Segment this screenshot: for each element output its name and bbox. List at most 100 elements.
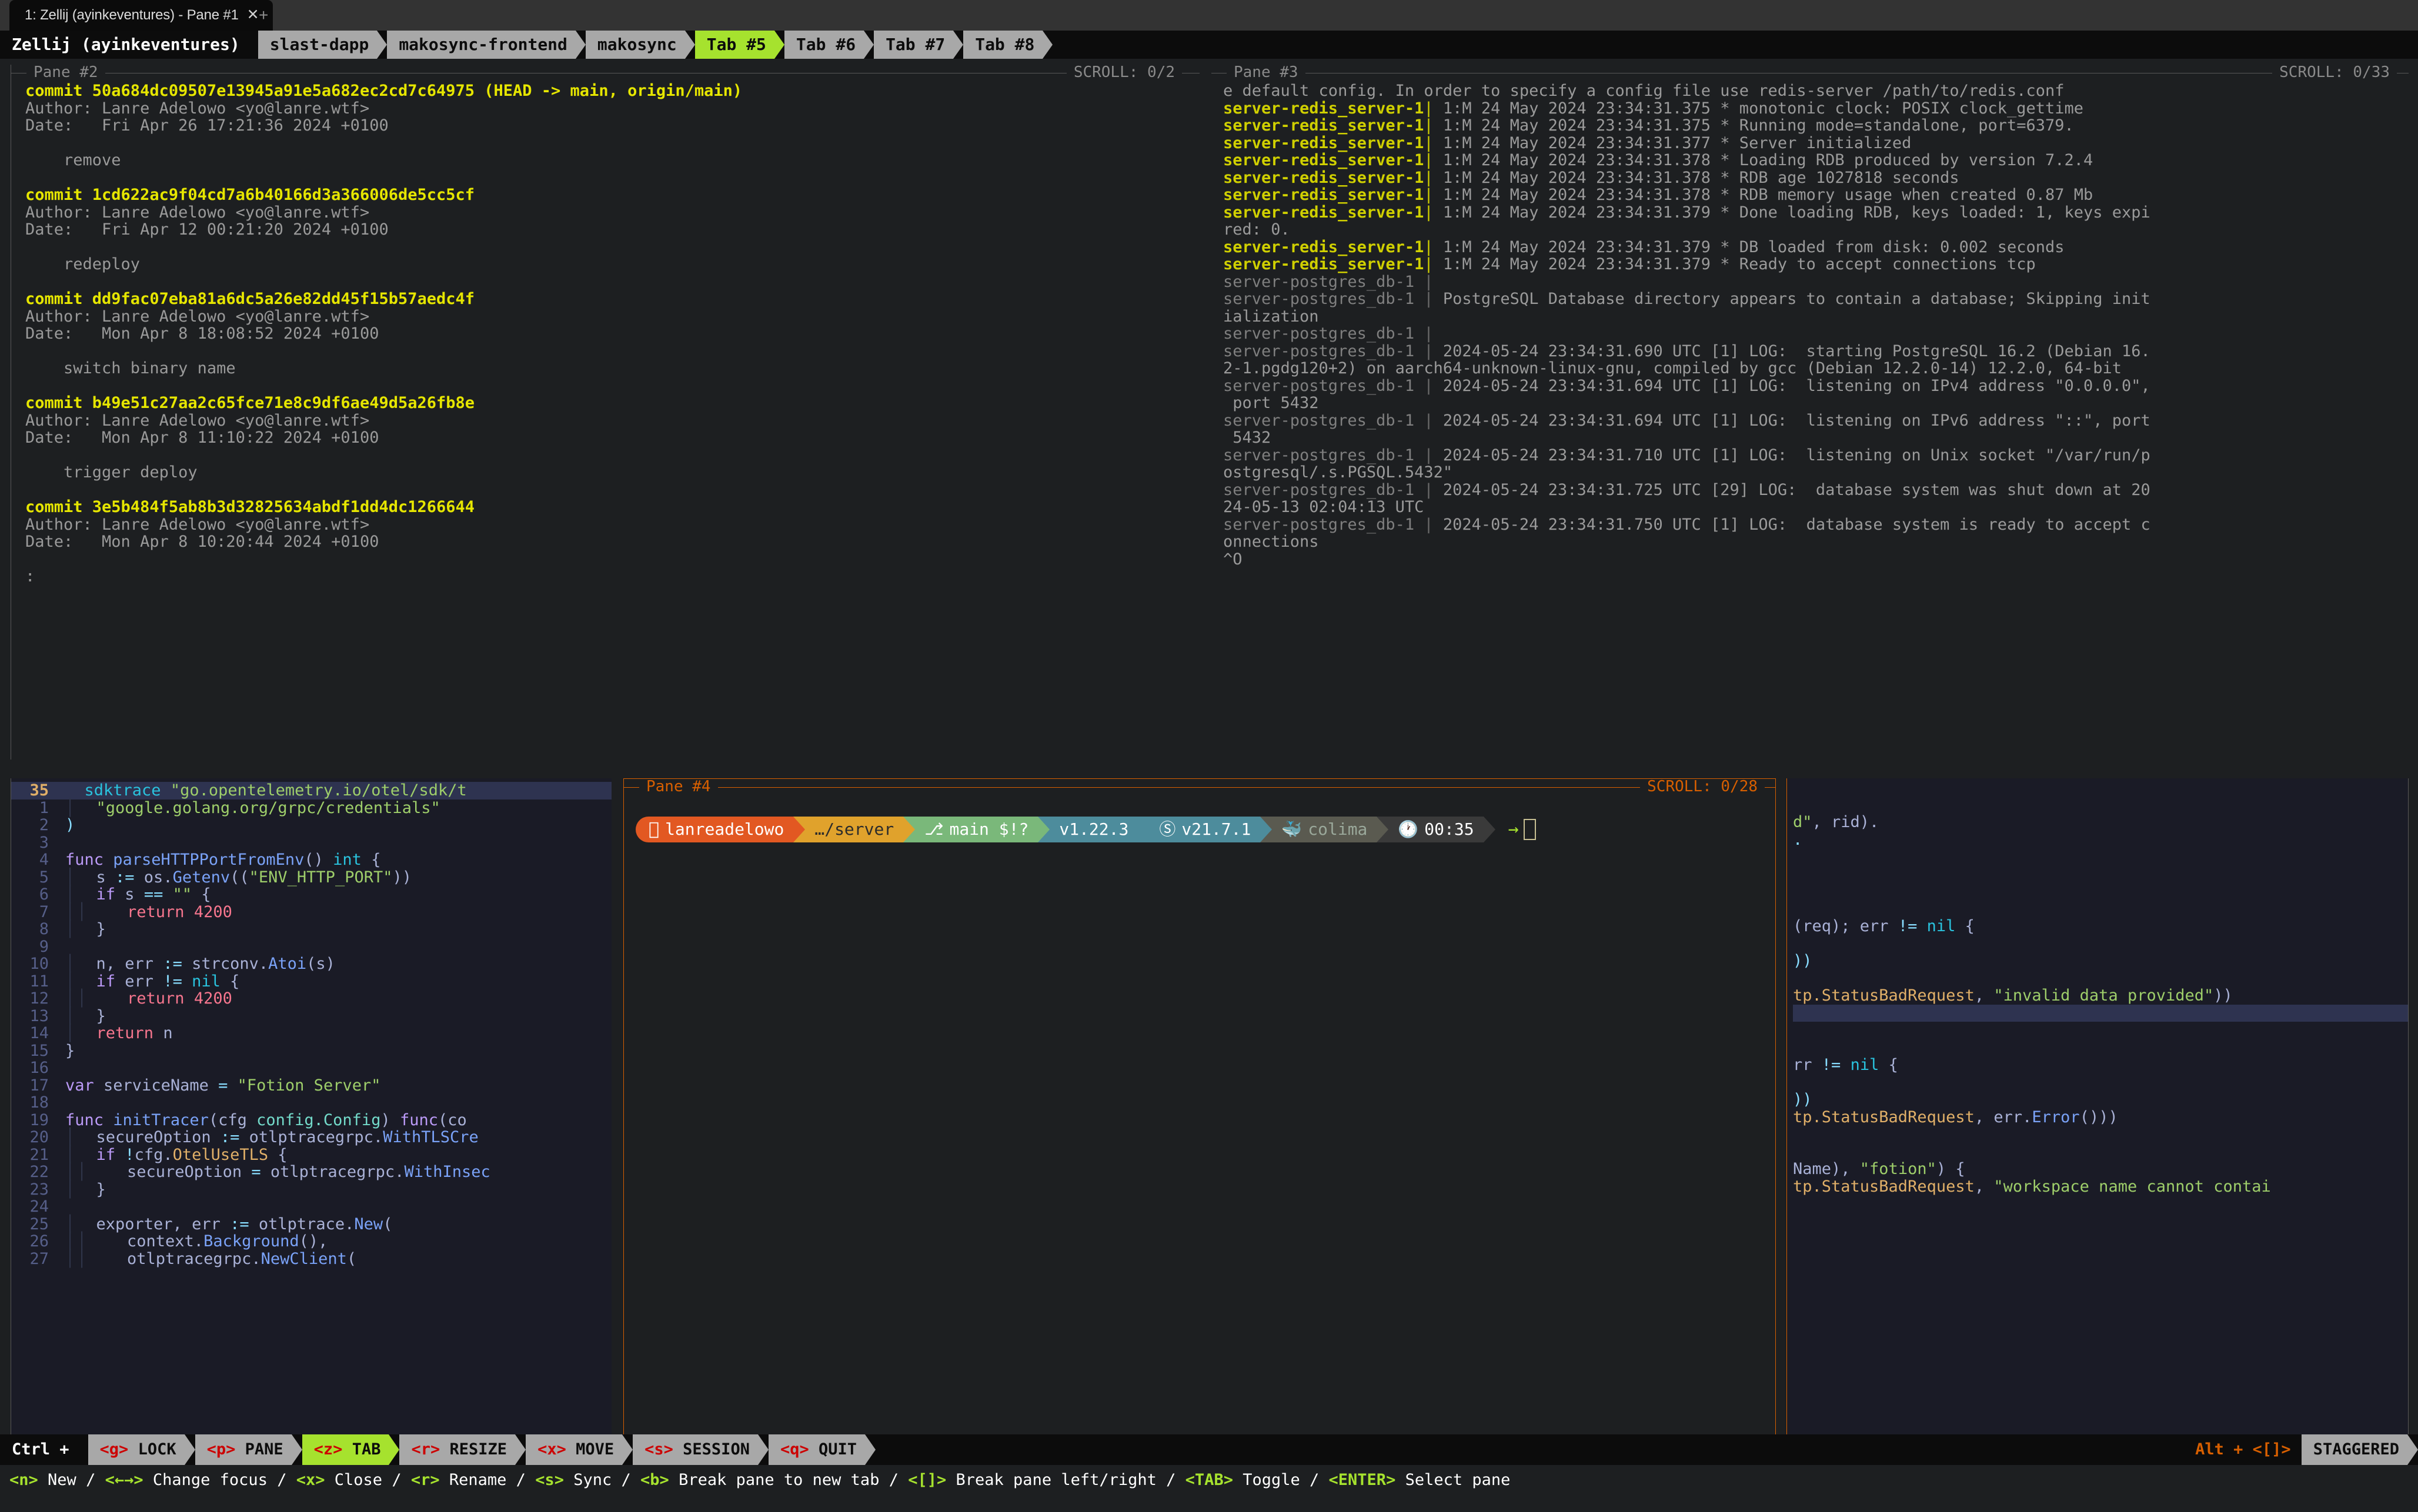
code-line[interactable]: 3: [11, 834, 612, 852]
tab-arrow-icon-0: [248, 31, 258, 59]
code-token: }: [65, 1042, 75, 1060]
code-token: "workspace name cannot contai: [1993, 1178, 2270, 1196]
log-separator: |: [1424, 169, 1443, 187]
layout-badge[interactable]: STAGGERED: [2302, 1434, 2418, 1465]
code-line[interactable]: 16: [11, 1059, 612, 1077]
code-line[interactable]: 8│ }: [11, 921, 612, 938]
code-line[interactable]: 11│ if err != nil {: [11, 973, 612, 991]
os-window-tab[interactable]: 1: Zellij (ayinkeventures) - Pane #1 ✕: [9, 0, 273, 31]
right-code-pane[interactable]: d", rid).. (req); err != nil { )) tp.Sta…: [1786, 778, 2409, 1460]
code-line[interactable]: tp.StatusBadRequest, "invalid data provi…: [1793, 987, 2408, 1005]
code-line[interactable]: 18: [11, 1094, 612, 1112]
log-continuation: red: 0.: [1223, 221, 2409, 239]
code-line[interactable]: 5│ s := os.Getenv(("ENV_HTTP_PORT")): [11, 869, 612, 887]
log-message: 2024-05-24 23:34:31.710 UTC [1] LOG: lis…: [1443, 446, 2150, 464]
mode-pane[interactable]: <p> PANE: [195, 1434, 302, 1465]
code-line[interactable]: 19func initTracer(cfg config.Config) fun…: [11, 1112, 612, 1129]
code-line[interactable]: [1793, 848, 2408, 866]
editor-pane[interactable]: 35 sdktrace "go.opentelemetry.io/otel/sd…: [11, 778, 612, 1460]
log-service: server-postgres_db-1: [1223, 412, 1424, 430]
tab-arrow-icon-5: [864, 31, 874, 59]
code-line[interactable]: 35 sdktrace "go.opentelemetry.io/otel/sd…: [11, 782, 612, 800]
line-number: 8: [11, 921, 65, 938]
pane-2-body[interactable]: commit 50a684dc09507e13945a91e5a682ec2cd…: [11, 82, 1200, 760]
pane-3-body[interactable]: e default config. In order to specify a …: [1211, 82, 2409, 760]
pane-4-body[interactable]: lanreadelowo…/server⎇main $!?v1.22.3Ⓢv2…: [624, 797, 1775, 1460]
code-line[interactable]: [1793, 1074, 2408, 1092]
close-icon[interactable]: ✕: [247, 6, 259, 24]
code-line[interactable]: 22││ secureOption = otlptracegrpc.WithIn…: [11, 1163, 612, 1181]
new-tab-icon[interactable]: +: [259, 6, 268, 24]
code-line[interactable]: [1793, 1005, 2408, 1022]
code-line[interactable]: 24: [11, 1198, 612, 1216]
log-line: server-postgres_db-1 | 2024-05-24 23:34:…: [1223, 343, 2409, 360]
code-line[interactable]: 15}: [11, 1042, 612, 1060]
code-line[interactable]: 13│ }: [11, 1008, 612, 1025]
zellij-tab-3[interactable]: makosync: [586, 31, 695, 59]
zellij-tab-1[interactable]: slast-dapp: [258, 31, 388, 59]
code-line[interactable]: [1793, 970, 2408, 988]
code-line[interactable]: 25│ exporter, err := otlptrace.New(: [11, 1216, 612, 1233]
mode-lock[interactable]: <g> LOCK: [88, 1434, 195, 1465]
code-line[interactable]: [1793, 1022, 2408, 1039]
code-line[interactable]: [1793, 1143, 2408, 1161]
code-line[interactable]: [1793, 1039, 2408, 1057]
code-line[interactable]: tp.StatusBadRequest, err.Error())): [1793, 1109, 2408, 1126]
code-line[interactable]: 7││ return 4200: [11, 904, 612, 921]
code-line[interactable]: [1793, 1126, 2408, 1143]
editor-code-area[interactable]: 35 sdktrace "go.opentelemetry.io/otel/sd…: [11, 782, 612, 1460]
blank-line: [25, 343, 1200, 360]
log-message: 1:M 24 May 2024 23:34:31.375 * Running m…: [1443, 116, 2074, 135]
code-line[interactable]: [1793, 935, 2408, 953]
prompt-segment-label-0: lanreadelowo: [665, 821, 784, 838]
zellij-tab-0[interactable]: Zellij (ayinkeventures): [0, 31, 258, 59]
mode-resize[interactable]: <r> RESIZE: [399, 1434, 526, 1465]
mode-session[interactable]: <s> SESSION: [633, 1434, 769, 1465]
code-token: ): [380, 1111, 400, 1129]
zellij-tab-5[interactable]: Tab #6: [784, 31, 874, 59]
code-line[interactable]: 17var serviceName = "Fotion Server": [11, 1077, 612, 1095]
code-line[interactable]: (req); err != nil {: [1793, 918, 2408, 935]
code-line[interactable]: )): [1793, 1091, 2408, 1109]
pane-2-git-log[interactable]: Pane #2 SCROLL: 0/2 commit 50a684dc09507…: [11, 65, 1200, 760]
code-line[interactable]: 20│ secureOption := otlptracegrpc.WithTL…: [11, 1129, 612, 1146]
code-line[interactable]: 6│ if s == "" {: [11, 886, 612, 904]
pane-3-docker-logs[interactable]: Pane #3 SCROLL: 0/33 e default config. I…: [1211, 65, 2409, 760]
code-line[interactable]: 26││ context.Background(),: [11, 1233, 612, 1250]
code-line[interactable]: )): [1793, 952, 2408, 970]
code-token: ())): [2080, 1108, 2118, 1126]
code-line[interactable]: 1│ "google.golang.org/grpc/credentials": [11, 800, 612, 817]
code-line[interactable]: tp.StatusBadRequest, "workspace name can…: [1793, 1178, 2408, 1196]
code-line[interactable]: 2): [11, 817, 612, 834]
code-line[interactable]: 10│ n, err := strconv.Atoi(s): [11, 955, 612, 973]
code-line[interactable]: [1793, 883, 2408, 901]
zellij-tab-6[interactable]: Tab #7: [874, 31, 963, 59]
code-line[interactable]: 12││ return 4200: [11, 990, 612, 1008]
zellij-tab-2[interactable]: makosync-frontend: [387, 31, 586, 59]
code-line[interactable]: .: [1793, 831, 2408, 849]
mode-tab[interactable]: <z> TAB: [302, 1434, 400, 1465]
code-line[interactable]: 4func parseHTTPPortFromEnv() int {: [11, 851, 612, 869]
code-line[interactable]: 21│ if !cfg.OtelUseTLS {: [11, 1146, 612, 1164]
code-line[interactable]: 23│ }: [11, 1181, 612, 1199]
pane-4-terminal[interactable]: Pane #4 SCROLL: 0/28 lanreadelowo…/serv…: [623, 778, 1776, 1460]
code-line[interactable]: 27││ otlptracegrpc.NewClient(: [11, 1250, 612, 1268]
code-token: [185, 903, 194, 921]
line-number: 3: [11, 834, 65, 852]
zellij-tab-4[interactable]: Tab #5: [695, 31, 784, 59]
mode-move[interactable]: <x> MOVE: [526, 1434, 633, 1465]
code-token: ): [65, 816, 75, 834]
code-line[interactable]: d", rid).: [1793, 814, 2408, 831]
zellij-tab-7[interactable]: Tab #8: [963, 31, 1053, 59]
code-line[interactable]: Name), "fotion") {: [1793, 1160, 2408, 1178]
code-line[interactable]: [1793, 901, 2408, 918]
code-line[interactable]: rr != nil {: [1793, 1056, 2408, 1074]
mode-name-4: MOVE: [566, 1441, 614, 1459]
code-token: [115, 1146, 125, 1164]
right-code-area[interactable]: d", rid).. (req); err != nil { )) tp.Sta…: [1787, 814, 2408, 1460]
code-line[interactable]: 9: [11, 938, 612, 956]
code-line[interactable]: 14│ return n: [11, 1025, 612, 1042]
mode-quit[interactable]: <q> QUIT: [769, 1434, 876, 1465]
code-line[interactable]: [1793, 866, 2408, 884]
code-token: !=: [163, 972, 182, 991]
